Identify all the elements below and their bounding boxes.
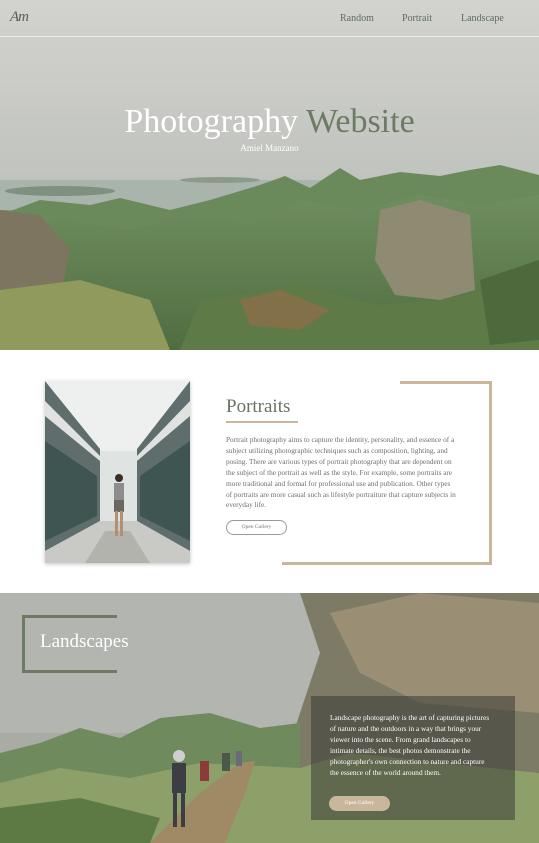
hero-title-part2: Website [305,103,415,140]
hero-section: Am Random Portrait Landscape Photography… [0,0,539,350]
hero-subtitle: Amiel Manzano [240,143,299,153]
landscapes-description-panel: Landscape photography is the art of capt… [311,696,515,820]
landscapes-description: Landscape photography is the art of capt… [330,713,490,777]
nav-link-portrait[interactable]: Portrait [402,13,432,24]
site-logo[interactable]: Am [10,9,29,26]
landscapes-heading: Landscapes [40,631,129,652]
hero-title-part1: Photography [124,103,299,140]
hero-title: Photography Website [0,103,539,141]
landscapes-open-gallery-button[interactable]: Open Gallery [329,796,390,811]
portraits-heading-underline [226,421,298,423]
top-navigation-bar: Am Random Portrait Landscape [0,0,539,37]
hero-mountain-image [0,0,539,350]
portraits-description: Portrait photography aims to capture the… [226,435,456,510]
landscapes-section: Landscapes Landscape photography is the … [0,593,539,843]
portrait-photo [45,381,190,563]
portraits-section: Portraits Portrait photography aims to c… [0,350,539,593]
nav-link-landscape[interactable]: Landscape [461,13,504,24]
nav-link-random[interactable]: Random [340,13,374,24]
portraits-open-gallery-button[interactable]: Open Gallery [226,520,287,535]
portraits-heading: Portraits [226,396,291,417]
